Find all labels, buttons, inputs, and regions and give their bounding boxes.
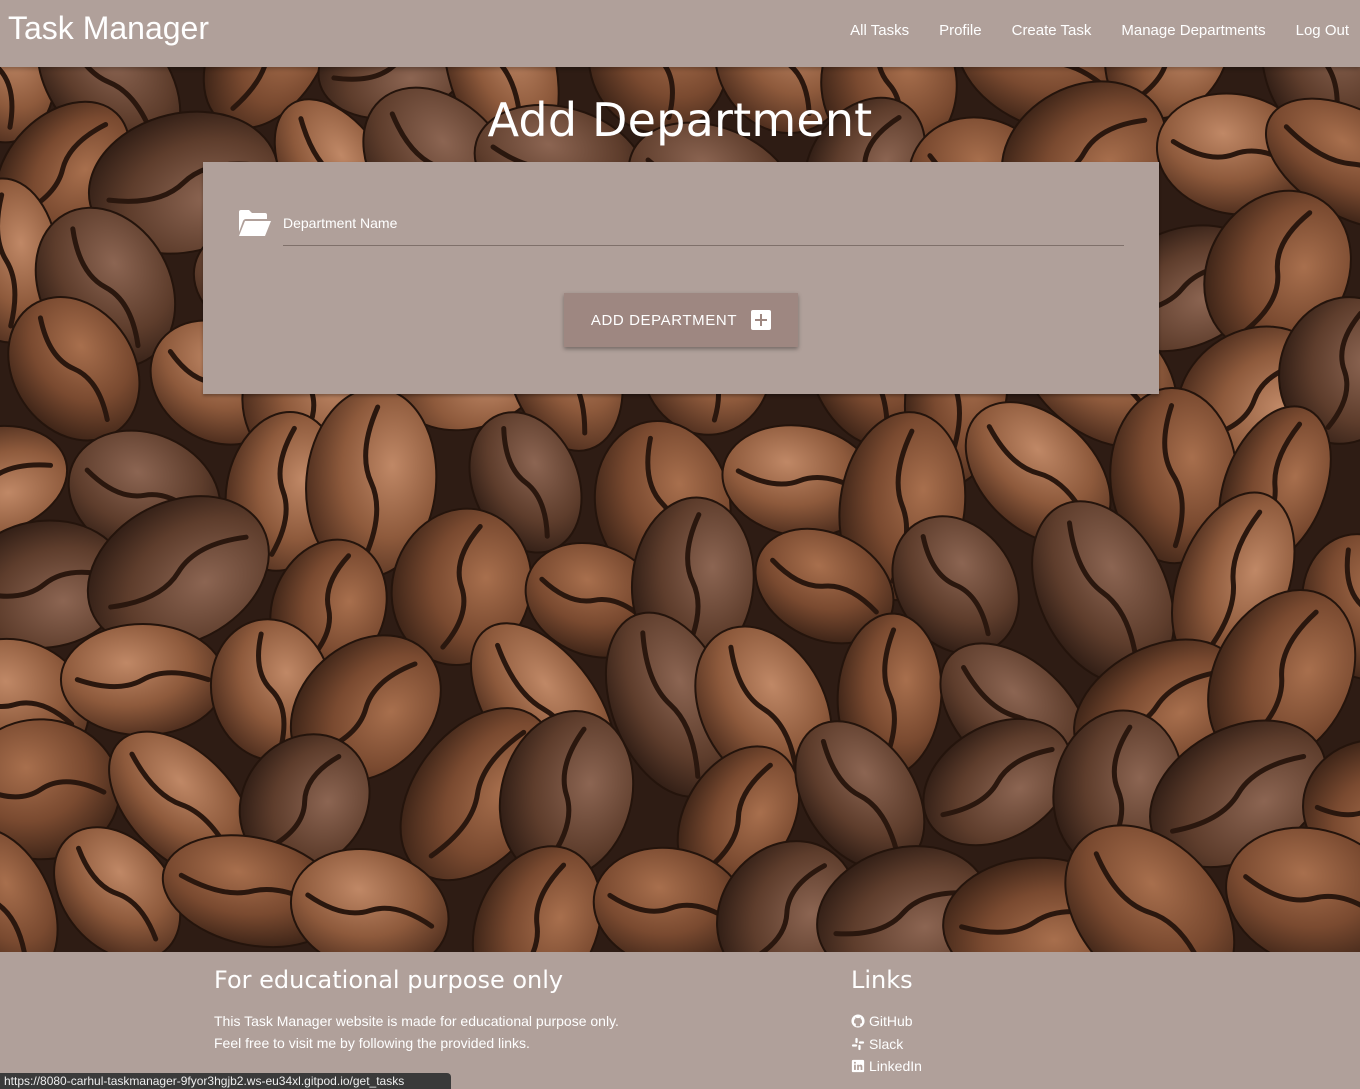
footer-link-slack: Slack bbox=[851, 1033, 922, 1056]
slack-icon bbox=[851, 1037, 865, 1050]
slack-link[interactable]: Slack bbox=[869, 1033, 903, 1056]
footer-about-title: For educational purpose only bbox=[214, 966, 564, 994]
add-department-form: Department Name ADD DEPARTMENT bbox=[203, 162, 1159, 394]
add-department-button[interactable]: ADD DEPARTMENT bbox=[564, 293, 798, 347]
folder-open-icon bbox=[239, 210, 271, 236]
status-bar-url: https://8080-carhul-taskmanager-9fyor3hg… bbox=[0, 1073, 451, 1089]
brand-logo[interactable]: Task Manager bbox=[8, 10, 209, 47]
nav-manage-departments[interactable]: Manage Departments bbox=[1106, 22, 1280, 39]
nav-all-tasks[interactable]: All Tasks bbox=[835, 22, 924, 39]
navbar: Task Manager All Tasks Profile Create Ta… bbox=[0, 0, 1360, 67]
footer-link-linkedin: LinkedIn bbox=[851, 1055, 922, 1078]
footer-links-title: Links bbox=[851, 966, 913, 994]
footer-links-list: GitHub Slack LinkedIn bbox=[851, 1010, 922, 1078]
nav-log-out[interactable]: Log Out bbox=[1281, 22, 1360, 39]
footer-about-line-2: Feel free to visit me by following the p… bbox=[214, 1035, 530, 1051]
footer-links: Links GitHub Slack LinkedIn bbox=[851, 966, 922, 1078]
nav-profile[interactable]: Profile bbox=[924, 22, 997, 39]
github-link[interactable]: GitHub bbox=[869, 1010, 913, 1033]
footer-about-text: This Task Manager website is made for ed… bbox=[214, 1010, 619, 1054]
plus-square-icon bbox=[751, 310, 772, 330]
add-department-button-label: ADD DEPARTMENT bbox=[590, 311, 738, 329]
department-name-input[interactable] bbox=[283, 208, 1124, 246]
footer-link-github: GitHub bbox=[851, 1010, 922, 1033]
page-title: Add Department bbox=[487, 93, 873, 147]
footer: For educational purpose only This Task M… bbox=[0, 952, 1360, 1089]
coffee-bean bbox=[59, 622, 226, 737]
linkedin-icon bbox=[851, 1060, 865, 1073]
footer-about-line-1: This Task Manager website is made for ed… bbox=[214, 1013, 619, 1029]
nav-create-task[interactable]: Create Task bbox=[997, 22, 1107, 39]
nav-links: All Tasks Profile Create Task Manage Dep… bbox=[835, 0, 1360, 60]
footer-about: For educational purpose only This Task M… bbox=[214, 966, 619, 1054]
github-icon bbox=[851, 1014, 865, 1028]
linkedin-link[interactable]: LinkedIn bbox=[869, 1055, 922, 1078]
